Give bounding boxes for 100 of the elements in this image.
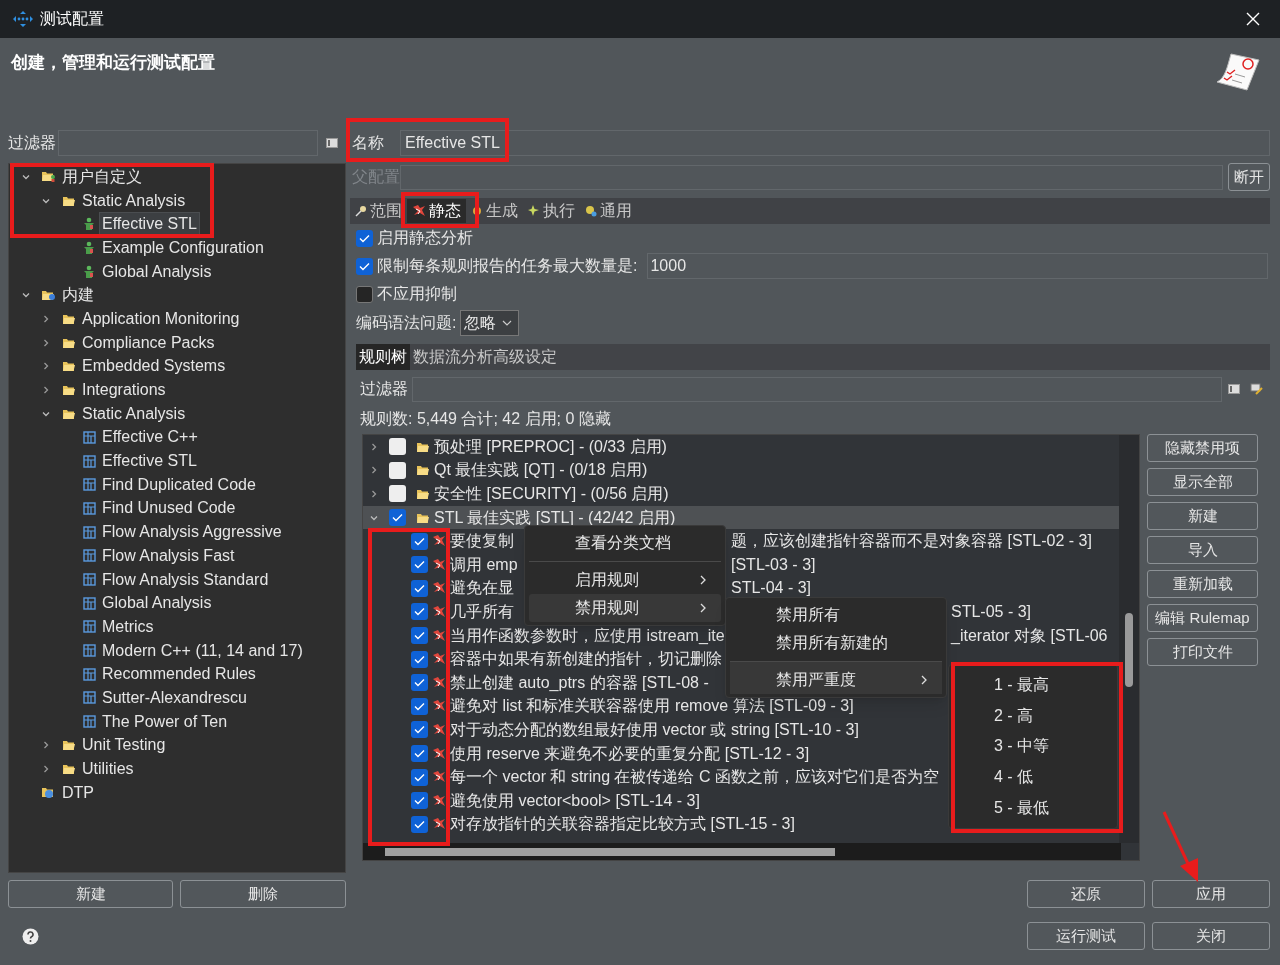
- scrollbar-thumb[interactable]: [1125, 613, 1133, 687]
- checkbox[interactable]: [411, 532, 428, 550]
- tree-item[interactable]: Integrations: [79, 378, 169, 403]
- tab[interactable]: 执行: [523, 199, 580, 223]
- checkbox[interactable]: [389, 509, 406, 527]
- menu-item[interactable]: 禁用所有新建的: [730, 629, 942, 657]
- tree-item[interactable]: Modern C++ (11, 14 and 17): [99, 638, 306, 663]
- checkbox[interactable]: [411, 650, 428, 668]
- panel-icon[interactable]: [1228, 384, 1240, 394]
- chevron-right-icon[interactable]: [41, 337, 51, 348]
- tree-item[interactable]: Utilities: [79, 757, 137, 782]
- menu-item[interactable]: 3 - 中等: [949, 731, 1117, 762]
- button[interactable]: 新建: [1147, 502, 1258, 530]
- checkbox[interactable]: [411, 697, 428, 715]
- tree-item[interactable]: The Power of Ten: [99, 709, 231, 734]
- checkbox[interactable]: [356, 285, 373, 303]
- tree-item[interactable]: Example Configuration: [99, 235, 267, 260]
- tree-item[interactable]: Static Analysis: [79, 188, 189, 213]
- tree-item[interactable]: Compliance Packs: [79, 330, 218, 355]
- button[interactable]: 打印文件: [1147, 638, 1258, 666]
- menu-item[interactable]: 禁用所有: [730, 601, 942, 629]
- chevron-right-icon[interactable]: [41, 740, 51, 751]
- checkbox[interactable]: [411, 603, 428, 621]
- tab[interactable]: 数据流分析高级设定: [410, 344, 560, 370]
- chevron-right-icon[interactable]: [41, 764, 51, 775]
- category-row[interactable]: Qt 最佳实践 [QT] - (0/18 启用): [363, 458, 1121, 483]
- close-icon[interactable]: [1246, 12, 1260, 26]
- tab[interactable]: 范围: [350, 199, 407, 223]
- dropdown[interactable]: 忽略: [460, 310, 520, 336]
- menu-item[interactable]: 1 - 最高: [949, 670, 1117, 701]
- tree-item[interactable]: Global Analysis: [99, 259, 215, 284]
- tree-item[interactable]: Effective STL: [99, 449, 200, 474]
- category-row[interactable]: 预处理 [PREPROC] - (0/33 启用): [363, 435, 1121, 459]
- tree-item[interactable]: Effective STL: [99, 212, 200, 237]
- checkbox[interactable]: [411, 721, 428, 739]
- button[interactable]: 运行测试: [1027, 922, 1145, 950]
- checkbox[interactable]: [411, 792, 428, 810]
- chevron-right-icon[interactable]: [369, 441, 379, 452]
- button[interactable]: 还原: [1027, 880, 1145, 908]
- help-icon[interactable]: [22, 927, 39, 945]
- checkbox[interactable]: [411, 674, 428, 692]
- checkbox[interactable]: [411, 627, 428, 645]
- tree-item[interactable]: Recommended Rules: [99, 662, 259, 687]
- tree-item[interactable]: Static Analysis: [79, 401, 189, 426]
- menu-item[interactable]: 5 - 最低: [949, 792, 1117, 823]
- limit-field[interactable]: 1000: [647, 253, 1268, 279]
- tree-item[interactable]: Global Analysis: [99, 591, 215, 616]
- button[interactable]: 导入: [1147, 536, 1258, 564]
- tab[interactable]: 静态: [407, 199, 466, 223]
- tree-item[interactable]: Sutter-Alexandrescu: [99, 685, 250, 710]
- menu-item[interactable]: 2 - 高: [949, 700, 1117, 732]
- button[interactable]: 应用: [1152, 880, 1270, 908]
- tree-item[interactable]: Flow Analysis Fast: [99, 543, 238, 568]
- button[interactable]: 新建: [8, 880, 173, 908]
- scrollbar-thumb[interactable]: [385, 848, 835, 856]
- chevron-right-icon[interactable]: [369, 465, 379, 476]
- button[interactable]: 编辑 Rulemap: [1147, 604, 1258, 632]
- button[interactable]: 显示全部: [1147, 468, 1258, 496]
- chevron-right-icon[interactable]: [41, 313, 51, 324]
- chevron-right-icon[interactable]: [41, 361, 51, 372]
- button[interactable]: 关闭: [1152, 922, 1270, 950]
- checkbox[interactable]: [411, 745, 428, 762]
- checkbox[interactable]: [389, 485, 406, 503]
- tab[interactable]: 通用: [580, 199, 637, 223]
- menu-item[interactable]: 禁用规则: [529, 594, 721, 622]
- button[interactable]: 断开: [1228, 163, 1270, 191]
- button[interactable]: 删除: [180, 880, 346, 908]
- tree-item[interactable]: Flow Analysis Standard: [99, 567, 272, 592]
- chevron-right-icon[interactable]: [369, 489, 379, 499]
- tree-item[interactable]: Metrics: [99, 614, 157, 639]
- edit-icon[interactable]: [1250, 382, 1264, 396]
- folder-icon: [62, 763, 76, 776]
- menu-item[interactable]: 4 - 低: [949, 761, 1117, 793]
- checkbox[interactable]: [411, 768, 428, 786]
- tree-item[interactable]: Flow Analysis Aggressive: [99, 520, 285, 545]
- tree-item[interactable]: Find Unused Code: [99, 496, 239, 521]
- button[interactable]: 重新加载: [1147, 570, 1258, 598]
- checkbox[interactable]: [356, 229, 373, 247]
- tree-item[interactable]: Application Monitoring: [79, 306, 243, 331]
- tree-item[interactable]: 用户自定义: [59, 164, 145, 189]
- checkbox[interactable]: [356, 257, 373, 275]
- panel-icon[interactable]: [326, 138, 338, 148]
- checkbox[interactable]: [411, 815, 428, 833]
- category-row[interactable]: 安全性 [SECURITY] - (0/56 启用): [363, 482, 1121, 506]
- menu-item[interactable]: 查看分类文档: [529, 529, 721, 557]
- chevron-right-icon[interactable]: [41, 385, 51, 396]
- checkbox[interactable]: [389, 461, 406, 479]
- tree-item[interactable]: Effective C++: [99, 425, 201, 450]
- tree-item[interactable]: Find Duplicated Code: [99, 472, 259, 497]
- menu-item[interactable]: 禁用严重度: [730, 661, 942, 694]
- tree-item[interactable]: 内建: [59, 283, 97, 308]
- checkbox[interactable]: [389, 438, 406, 456]
- tree-item[interactable]: Embedded Systems: [79, 354, 229, 379]
- checkbox[interactable]: [411, 579, 428, 597]
- button[interactable]: 隐藏禁用项: [1147, 434, 1258, 462]
- tree-item[interactable]: Unit Testing: [79, 733, 169, 758]
- checkbox[interactable]: [411, 556, 428, 574]
- name-field[interactable]: Effective STL: [400, 130, 1270, 156]
- tab[interactable]: 规则树: [356, 344, 410, 370]
- tree-item[interactable]: DTP: [59, 780, 97, 805]
